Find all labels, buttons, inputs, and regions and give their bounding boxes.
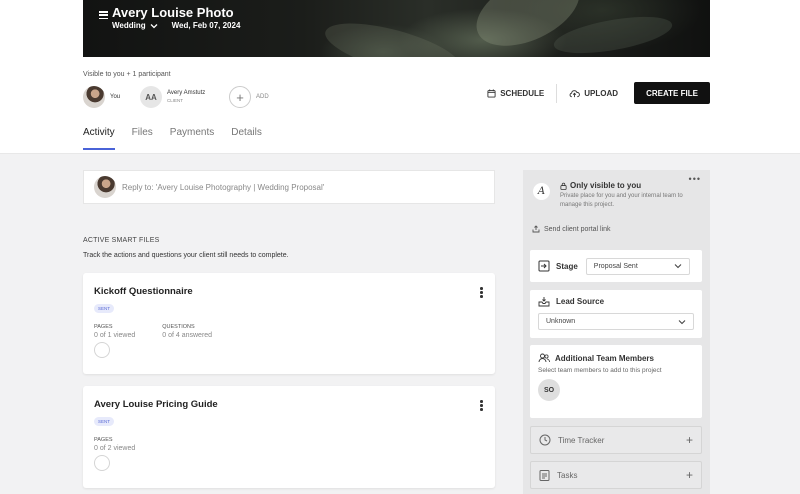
smart-file-stats: PAGES 0 of 2 viewed — [94, 437, 484, 471]
private-note: Private place for you and your internal … — [560, 193, 683, 208]
visibility-title-text: Only visible to you — [570, 181, 642, 190]
tasks-section[interactable]: Tasks + — [530, 461, 702, 489]
pages-stat: PAGES 0 of 1 viewed — [94, 324, 135, 358]
lead-source-label: Lead Source — [556, 297, 605, 306]
team-members-description: Select team members to add to this proje… — [538, 367, 662, 374]
questions-stat: QUESTIONS 0 of 4 answered — [162, 324, 212, 358]
participant-name: You — [110, 93, 121, 100]
lead-source-select[interactable]: Unknown — [538, 313, 694, 330]
avatar: AA — [140, 86, 162, 108]
participant-role: CLIENT — [167, 98, 184, 103]
more-options-icon[interactable]: ••• — [689, 174, 701, 184]
stat-label: PAGES — [94, 437, 113, 443]
banner-leaf-decoration — [551, 9, 675, 57]
schedule-label: SCHEDULE — [500, 88, 545, 98]
team-members-card: Additional Team Members Select team memb… — [530, 345, 702, 418]
team-members-label: Additional Team Members — [555, 353, 654, 363]
company-logo: A — [533, 183, 550, 200]
chevron-down-icon — [674, 264, 682, 269]
project-actions: SCHEDULE UPLOAD CREATE FILE — [475, 82, 710, 104]
private-notes-section: ••• A Only visible to you Private place … — [523, 170, 710, 220]
create-file-button[interactable]: CREATE FILE — [634, 82, 710, 104]
project-type[interactable]: Wedding — [112, 21, 146, 30]
smart-file-title[interactable]: Avery Louise Pricing Guide — [94, 399, 484, 410]
stage-label: Stage — [556, 261, 578, 271]
tab-activity[interactable]: Activity — [83, 127, 115, 150]
pages-stat: PAGES 0 of 2 viewed — [94, 437, 135, 471]
section-heading: ACTIVE SMART FILES — [83, 237, 160, 244]
project-header-banner: Avery Louise Photo Wedding Wed, Feb 07, … — [83, 0, 710, 57]
plus-icon[interactable]: + — [686, 433, 693, 447]
lead-source-card: Lead Source Unknown — [530, 290, 702, 338]
plus-icon: + — [229, 86, 251, 108]
avatar — [94, 176, 116, 198]
more-options-icon[interactable] — [480, 400, 483, 412]
project-subtitle: Wedding Wed, Feb 07, 2024 — [112, 21, 240, 30]
clipboard-icon — [539, 470, 550, 481]
plus-icon[interactable]: + — [686, 468, 693, 482]
upload-label: UPLOAD — [584, 88, 618, 98]
reply-placeholder: Reply to: 'Avery Louise Photography | We… — [122, 182, 325, 192]
more-options-icon[interactable] — [480, 287, 483, 299]
stat-label: PAGES — [94, 324, 113, 330]
stage-icon — [538, 260, 550, 272]
time-tracker-label: Time Tracker — [558, 435, 605, 445]
share-icon — [532, 225, 540, 233]
add-participant-button[interactable]: + ADD — [229, 86, 269, 108]
project-sidebar: ••• A Only visible to you Private place … — [523, 170, 710, 494]
section-description: Track the actions and questions your cli… — [83, 252, 289, 259]
lock-icon — [560, 182, 567, 190]
participant-client[interactable]: AA Avery Amstutz CLIENT — [140, 86, 205, 108]
cloud-upload-icon — [569, 89, 581, 97]
status-badge: SENT — [94, 304, 115, 313]
tasks-label: Tasks — [557, 470, 578, 480]
stat-value: 0 of 2 viewed — [94, 445, 136, 452]
team-member-avatar[interactable]: SO — [538, 379, 560, 401]
participant-name-text: Avery Amstutz — [167, 90, 206, 96]
chevron-down-icon — [678, 319, 686, 324]
calendar-icon — [487, 88, 496, 98]
reply-input[interactable]: Reply to: 'Avery Louise Photography | We… — [83, 170, 495, 204]
team-icon — [538, 353, 550, 363]
stat-value: 0 of 1 viewed — [94, 332, 136, 339]
menu-icon[interactable] — [99, 11, 108, 20]
tab-details[interactable]: Details — [231, 127, 262, 150]
smart-file-card[interactable]: Avery Louise Pricing Guide SENT PAGES 0 … — [83, 386, 495, 488]
upload-button[interactable]: UPLOAD — [557, 82, 630, 104]
smart-file-stats: PAGES 0 of 1 viewed QUESTIONS 0 of 4 ans… — [94, 324, 484, 358]
visibility-note: Visible to you + 1 participant — [83, 71, 171, 78]
add-label: ADD — [256, 93, 269, 100]
send-portal-link[interactable]: Send client portal link — [532, 225, 611, 233]
schedule-button[interactable]: SCHEDULE — [475, 82, 556, 104]
progress-circle — [94, 342, 110, 358]
stat-value: 0 of 4 answered — [162, 332, 213, 339]
visibility-title: Only visible to you — [560, 181, 641, 190]
avatar — [83, 86, 105, 108]
team-members-header: Additional Team Members — [538, 353, 694, 363]
stage-value: Proposal Sent — [593, 262, 638, 270]
inbox-icon — [538, 297, 550, 307]
lead-source-value: Unknown — [546, 318, 576, 325]
smart-file-card[interactable]: Kickoff Questionnaire SENT PAGES 0 of 1 … — [83, 273, 495, 374]
smart-file-title[interactable]: Kickoff Questionnaire — [94, 286, 484, 297]
lead-source-header: Lead Source — [538, 296, 694, 307]
send-portal-link-label: Send client portal link — [544, 225, 611, 233]
clock-icon — [539, 434, 551, 446]
banner-leaf-decoration — [320, 12, 466, 57]
chevron-down-icon[interactable] — [150, 23, 158, 29]
time-tracker-section[interactable]: Time Tracker + — [530, 426, 702, 454]
tab-files[interactable]: Files — [132, 127, 153, 150]
project-date: Wed, Feb 07, 2024 — [171, 21, 241, 30]
tab-payments[interactable]: Payments — [170, 127, 214, 150]
participant-you[interactable]: You — [83, 86, 120, 108]
stage-select[interactable]: Proposal Sent — [585, 257, 690, 275]
stat-label: QUESTIONS — [162, 324, 195, 330]
project-tabs: Activity Files Payments Details — [83, 127, 279, 150]
progress-circle — [94, 455, 110, 471]
project-title: Avery Louise Photo — [112, 5, 234, 20]
participant-name: Avery Amstutz CLIENT — [167, 90, 205, 104]
status-badge: SENT — [94, 417, 115, 426]
stage-card: Stage Proposal Sent — [530, 250, 702, 282]
